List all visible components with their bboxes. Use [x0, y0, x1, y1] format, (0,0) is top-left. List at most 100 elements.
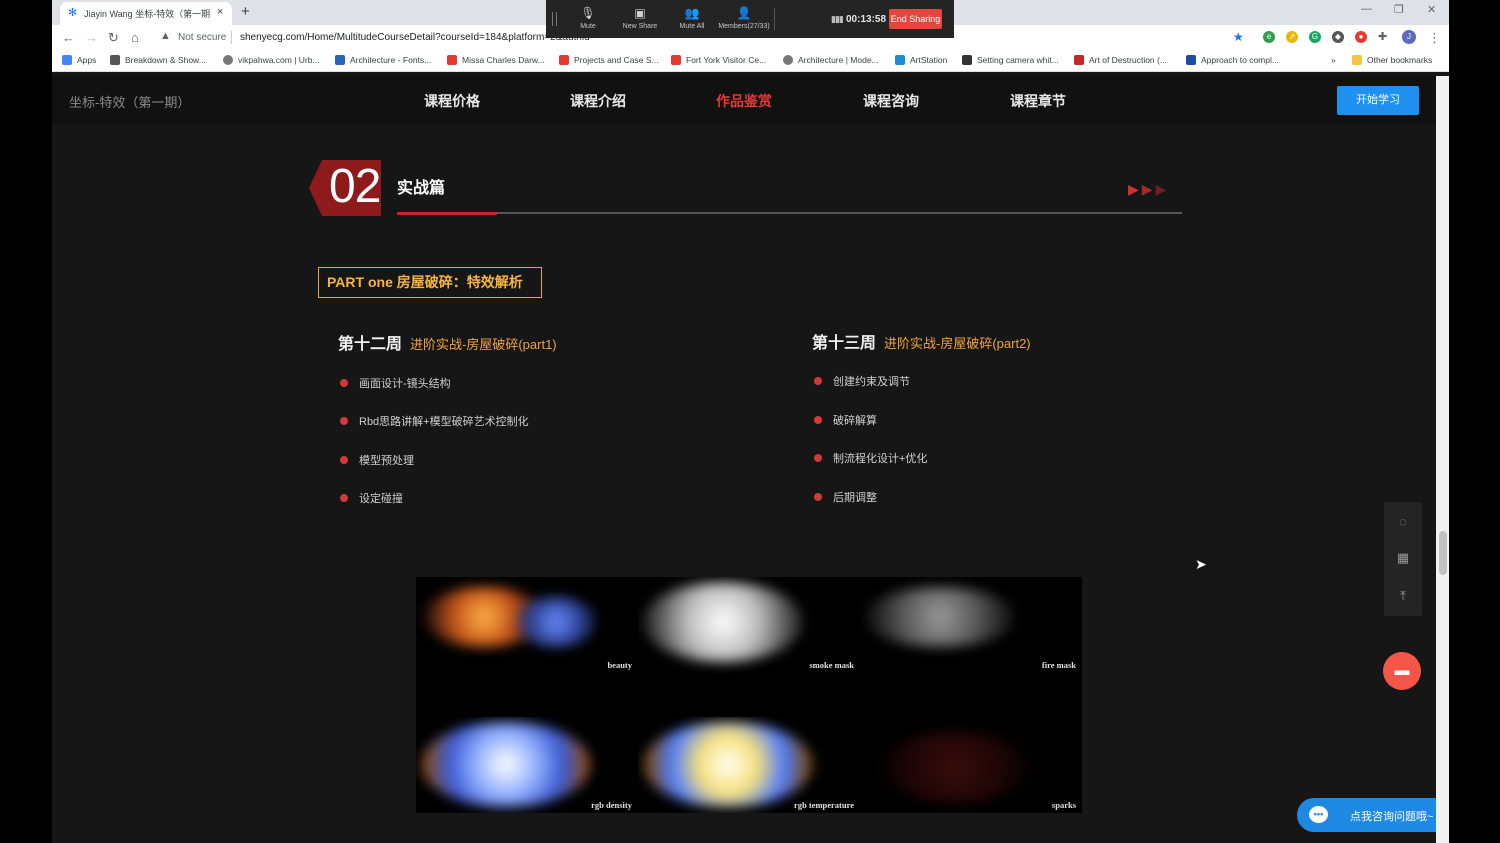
grammarly-extension-icon[interactable]: G: [1309, 31, 1321, 43]
nav-course-chapters[interactable]: 课程章节: [1010, 91, 1066, 111]
render-pass-rgb-density: rgb density: [416, 717, 638, 813]
bookmark-favicon-icon: [671, 55, 681, 65]
render-pass-grid: beauty smoke mask fire mask rgb density …: [416, 577, 1082, 813]
bookmark-favicon-icon: [783, 55, 793, 65]
new-tab-button[interactable]: +: [241, 3, 250, 20]
consult-button[interactable]: ••• 点我咨询问题哦~: [1297, 798, 1437, 832]
week-heading: 第十二周 进阶实战-房屋破碎(part1): [338, 330, 557, 354]
end-sharing-button[interactable]: End Sharing: [889, 9, 942, 29]
users-mute-icon: 👥: [684, 6, 700, 20]
youtube-icon: [447, 55, 457, 65]
screen: ✻ Jiayin Wang 坐标-特效（第一期 × + — ❐ ✕ ← → ↻ …: [0, 0, 1500, 843]
bookmark-item[interactable]: ArtStation: [895, 55, 947, 65]
browser-tab[interactable]: ✻ Jiayin Wang 坐标-特效（第一期 ×: [60, 2, 232, 25]
bullet-dot: [814, 454, 822, 462]
chat-bubble-button[interactable]: ▬: [1383, 652, 1421, 690]
bookmark-item[interactable]: Architecture | Mode...: [783, 55, 879, 65]
render-pass-label: smoke mask: [809, 660, 854, 670]
render-pass-label: rgb density: [591, 800, 632, 810]
mouse-cursor-icon: ➤: [1195, 556, 1207, 572]
bookmark-item[interactable]: Architecture - Fonts...: [335, 55, 431, 65]
bullet-dot: [340, 494, 348, 502]
render-pass-smoke-mask: smoke mask: [638, 577, 860, 673]
members-button[interactable]: 👤 Members(27/33): [716, 6, 772, 30]
list-item: Rbd思路讲解+模型破碎艺术控制化: [340, 413, 529, 429]
bookmark-item[interactable]: Breakdown & Show...: [110, 55, 206, 65]
list-item: 制流程化设计+优化: [814, 450, 927, 466]
nav-course-consult[interactable]: 课程咨询: [863, 91, 919, 111]
list-item: 设定碰撞: [340, 490, 403, 506]
week-subtitle: 进阶实战-房屋破碎(part2): [884, 336, 1031, 351]
qr-code-icon[interactable]: ▦: [1384, 550, 1422, 566]
home-icon[interactable]: ⌂: [131, 30, 139, 45]
scrollbar-thumb[interactable]: [1439, 531, 1447, 575]
divider: [231, 31, 232, 44]
menu-kebab-icon[interactable]: ⋮: [1428, 30, 1441, 46]
nav-course-intro[interactable]: 课程介绍: [570, 91, 626, 111]
bookmark-item[interactable]: vikpahwa.com | Urb...: [223, 55, 320, 65]
reload-icon[interactable]: ↻: [108, 30, 119, 46]
minimize-icon[interactable]: —: [1361, 3, 1372, 15]
extension-icon[interactable]: ↗: [1286, 31, 1298, 43]
side-toolbar: ◌ ▦ ⤒: [1384, 502, 1422, 616]
profile-avatar[interactable]: J: [1402, 30, 1416, 44]
puzzle-extensions-icon[interactable]: ✚: [1378, 30, 1387, 43]
new-share-button[interactable]: ▣ New Share: [612, 6, 668, 30]
nav-course-price[interactable]: 课程价格: [424, 91, 480, 111]
qq-icon[interactable]: ◌: [1384, 514, 1422, 529]
site-nav: 坐标-特效（第一期） 课程价格 课程介绍 作品鉴赏 课程咨询 课程章节 开始学习: [52, 76, 1436, 124]
bookmark-item[interactable]: Approach to compl...: [1186, 55, 1279, 65]
share-timer: 00:13:58: [846, 14, 887, 25]
consult-label: 点我咨询问题哦~: [1350, 811, 1434, 823]
bullet-dot: [340, 456, 348, 464]
restore-icon[interactable]: ❐: [1394, 3, 1404, 16]
url-text[interactable]: shenyecg.com/Home/MultitudeCourseDetail?…: [240, 32, 590, 43]
other-bookmarks[interactable]: Other bookmarks: [1352, 55, 1432, 65]
bookmark-item[interactable]: Projects and Case S...: [559, 55, 659, 65]
section-divider: [397, 212, 1182, 214]
record-extension-icon[interactable]: ●: [1355, 31, 1367, 43]
bookmark-item[interactable]: Setting camera whit...: [962, 55, 1059, 65]
screen-icon: ▣: [634, 6, 646, 20]
back-icon[interactable]: ←: [62, 30, 75, 45]
render-pass-fire-mask: fire mask: [860, 577, 1082, 673]
evernote-extension-icon[interactable]: e: [1263, 31, 1275, 43]
course-content: 02 实战篇 ▶▶▶ PART one 房屋破碎：特效解析 第十二周 进阶实战-房…: [52, 124, 1436, 843]
site-brand[interactable]: 坐标-特效（第一期）: [69, 92, 190, 111]
drag-handle-icon[interactable]: [552, 12, 557, 26]
bookmarks-overflow-icon[interactable]: »: [1331, 55, 1336, 65]
bullet-dot: [340, 379, 348, 387]
bookmark-item[interactable]: Art of Destruction (...: [1074, 55, 1167, 65]
shield-extension-icon[interactable]: ◆: [1332, 31, 1344, 43]
nav-works-showcase[interactable]: 作品鉴赏: [716, 91, 772, 111]
render-pass-label: sparks: [1051, 800, 1076, 810]
bookmark-item[interactable]: Apps: [62, 55, 96, 65]
security-status: Not secure: [178, 32, 227, 43]
bookmark-item[interactable]: Missa Charles Darw...: [447, 55, 545, 65]
bullet-dot: [814, 377, 822, 385]
bookmark-star-icon[interactable]: ★: [1233, 30, 1244, 44]
render-pass-label: beauty: [607, 660, 632, 670]
mute-all-button[interactable]: 👥 Mute All: [664, 6, 720, 30]
bookmark-favicon-icon: [335, 55, 345, 65]
week-heading: 第十三周 进阶实战-房屋破碎(part2): [812, 329, 1031, 353]
list-item: 创建约束及调节: [814, 373, 910, 389]
render-pass-rgb-temperature: rgb temperature: [638, 717, 860, 813]
tab-close-icon[interactable]: ×: [217, 6, 223, 18]
start-learning-button[interactable]: 开始学习: [1337, 86, 1419, 115]
forward-icon[interactable]: →: [85, 30, 98, 45]
bookmark-item[interactable]: Fort York Visitor Ce...: [671, 55, 766, 65]
render-pass-label: rgb temperature: [793, 800, 854, 810]
page-scrollbar[interactable]: [1436, 76, 1449, 843]
list-item: 破碎解算: [814, 412, 877, 428]
part-label: PART one 房屋破碎：特效解析: [318, 267, 542, 298]
back-to-top-icon[interactable]: ⤒: [1384, 588, 1422, 604]
divider: [774, 8, 775, 30]
chat-icon: ▬: [1394, 662, 1410, 679]
bullet-dot: [814, 416, 822, 424]
week-title: 第十二周: [338, 336, 403, 353]
list-item: 模型预处理: [340, 452, 414, 468]
mute-button[interactable]: 🎙 Mute: [560, 6, 616, 30]
window-close-icon[interactable]: ✕: [1427, 3, 1436, 16]
list-item: 画面设计-镜头结构: [340, 375, 451, 391]
